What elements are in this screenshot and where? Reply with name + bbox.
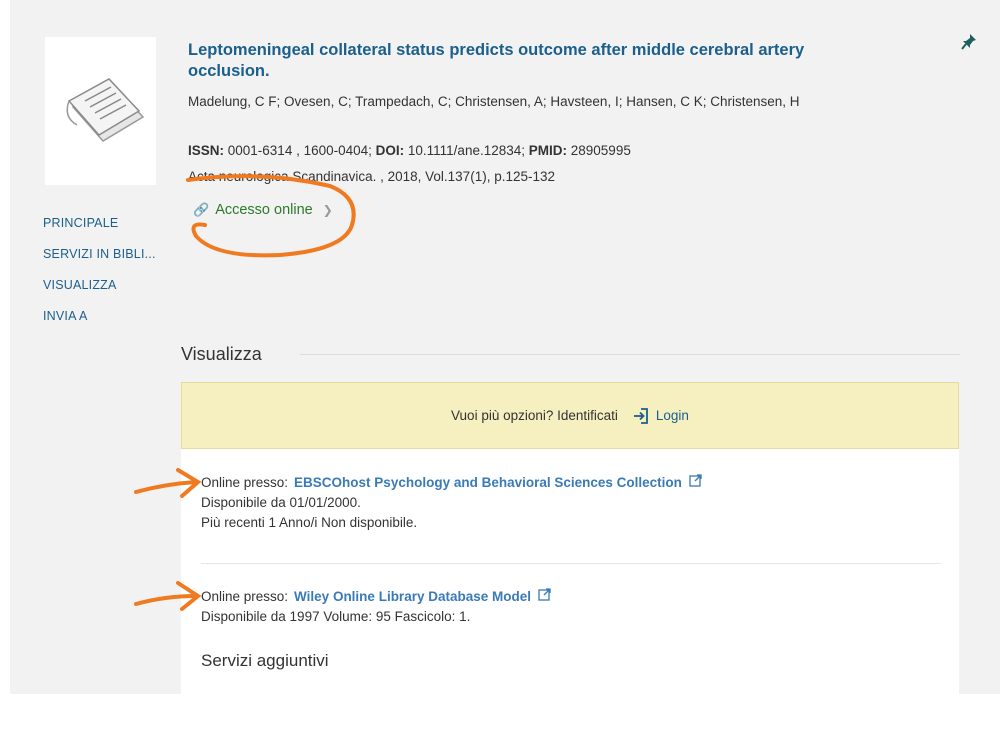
document-icon <box>66 78 145 142</box>
login-button[interactable]: Login <box>632 407 689 425</box>
document-thumbnail <box>45 37 156 185</box>
section-nav: PRINCIPALE SERVIZI IN BIBLI... VISUALIZZ… <box>43 216 156 340</box>
nav-item-visualizza[interactable]: VISUALIZZA <box>43 278 156 292</box>
nav-item-invia[interactable]: INVIA A <box>43 309 156 323</box>
pin-icon <box>961 34 976 50</box>
online-access-label: Accesso online <box>215 202 313 218</box>
login-prompt: Vuoi più opzioni? Identificati <box>451 408 618 423</box>
login-banner: Vuoi più opzioni? Identificati Login <box>181 382 959 449</box>
availability-entry: Online presso: Wiley Online Library Datab… <box>201 587 551 627</box>
record-title[interactable]: Leptomeningeal collateral status predict… <box>188 40 808 82</box>
availability-line: Disponibile da 1997 Volume: 95 Fascicolo… <box>201 609 471 624</box>
link-icon: 🔗 <box>193 202 210 217</box>
pmid-value: 28905995 <box>567 143 631 158</box>
entry-divider <box>201 563 941 564</box>
login-label: Login <box>655 408 689 423</box>
section-divider <box>300 354 960 355</box>
online-prefix: Online presso: <box>201 475 289 490</box>
chevron-right-icon: ❯ <box>322 203 333 217</box>
issn-label: ISSN: <box>188 143 225 158</box>
availability-entry: Online presso: EBSCOhost Psychology and B… <box>201 473 702 533</box>
services-title: Servizi aggiuntivi <box>201 651 329 670</box>
record-card: Leptomeningeal collateral status predict… <box>10 0 1000 694</box>
nav-item-servizi[interactable]: SERVIZI IN BIBLI... <box>43 247 156 261</box>
provider-link-wiley[interactable]: Wiley Online Library Database Model <box>294 589 531 604</box>
pmid-label: PMID: <box>528 143 568 158</box>
external-link-icon[interactable] <box>686 474 702 490</box>
record-source: Acta neurologica Scandinavica. , 2018, V… <box>188 169 555 184</box>
provider-link-ebsco[interactable]: EBSCOhost Psychology and Behavioral Scie… <box>294 475 682 490</box>
record-authors: Madelung, C F; Ovesen, C; Trampedach, C;… <box>188 94 800 109</box>
doi-label: DOI: <box>375 143 405 158</box>
login-icon <box>633 407 648 424</box>
pin-button[interactable] <box>961 33 977 56</box>
availability-line: Più recenti 1 Anno/i Non disponibile. <box>201 515 418 530</box>
record-identifiers: ISSN: 0001-6314 , 1600-0404; DOI: 10.111… <box>188 143 631 158</box>
doi-value: 10.1111/ane.12834; <box>404 143 529 158</box>
online-access-link[interactable]: 🔗 Accesso online ❯ <box>193 202 333 218</box>
section-title-visualizza: Visualizza <box>181 344 262 364</box>
online-prefix: Online presso: <box>201 589 289 604</box>
nav-item-principale[interactable]: PRINCIPALE <box>43 216 156 230</box>
availability-line: Disponibile da 01/01/2000. <box>201 495 361 510</box>
external-link-icon[interactable] <box>535 588 551 604</box>
availability-panel: Online presso: EBSCOhost Psychology and B… <box>181 449 959 694</box>
issn-value: 0001-6314 , 1600-0404; <box>224 143 376 158</box>
